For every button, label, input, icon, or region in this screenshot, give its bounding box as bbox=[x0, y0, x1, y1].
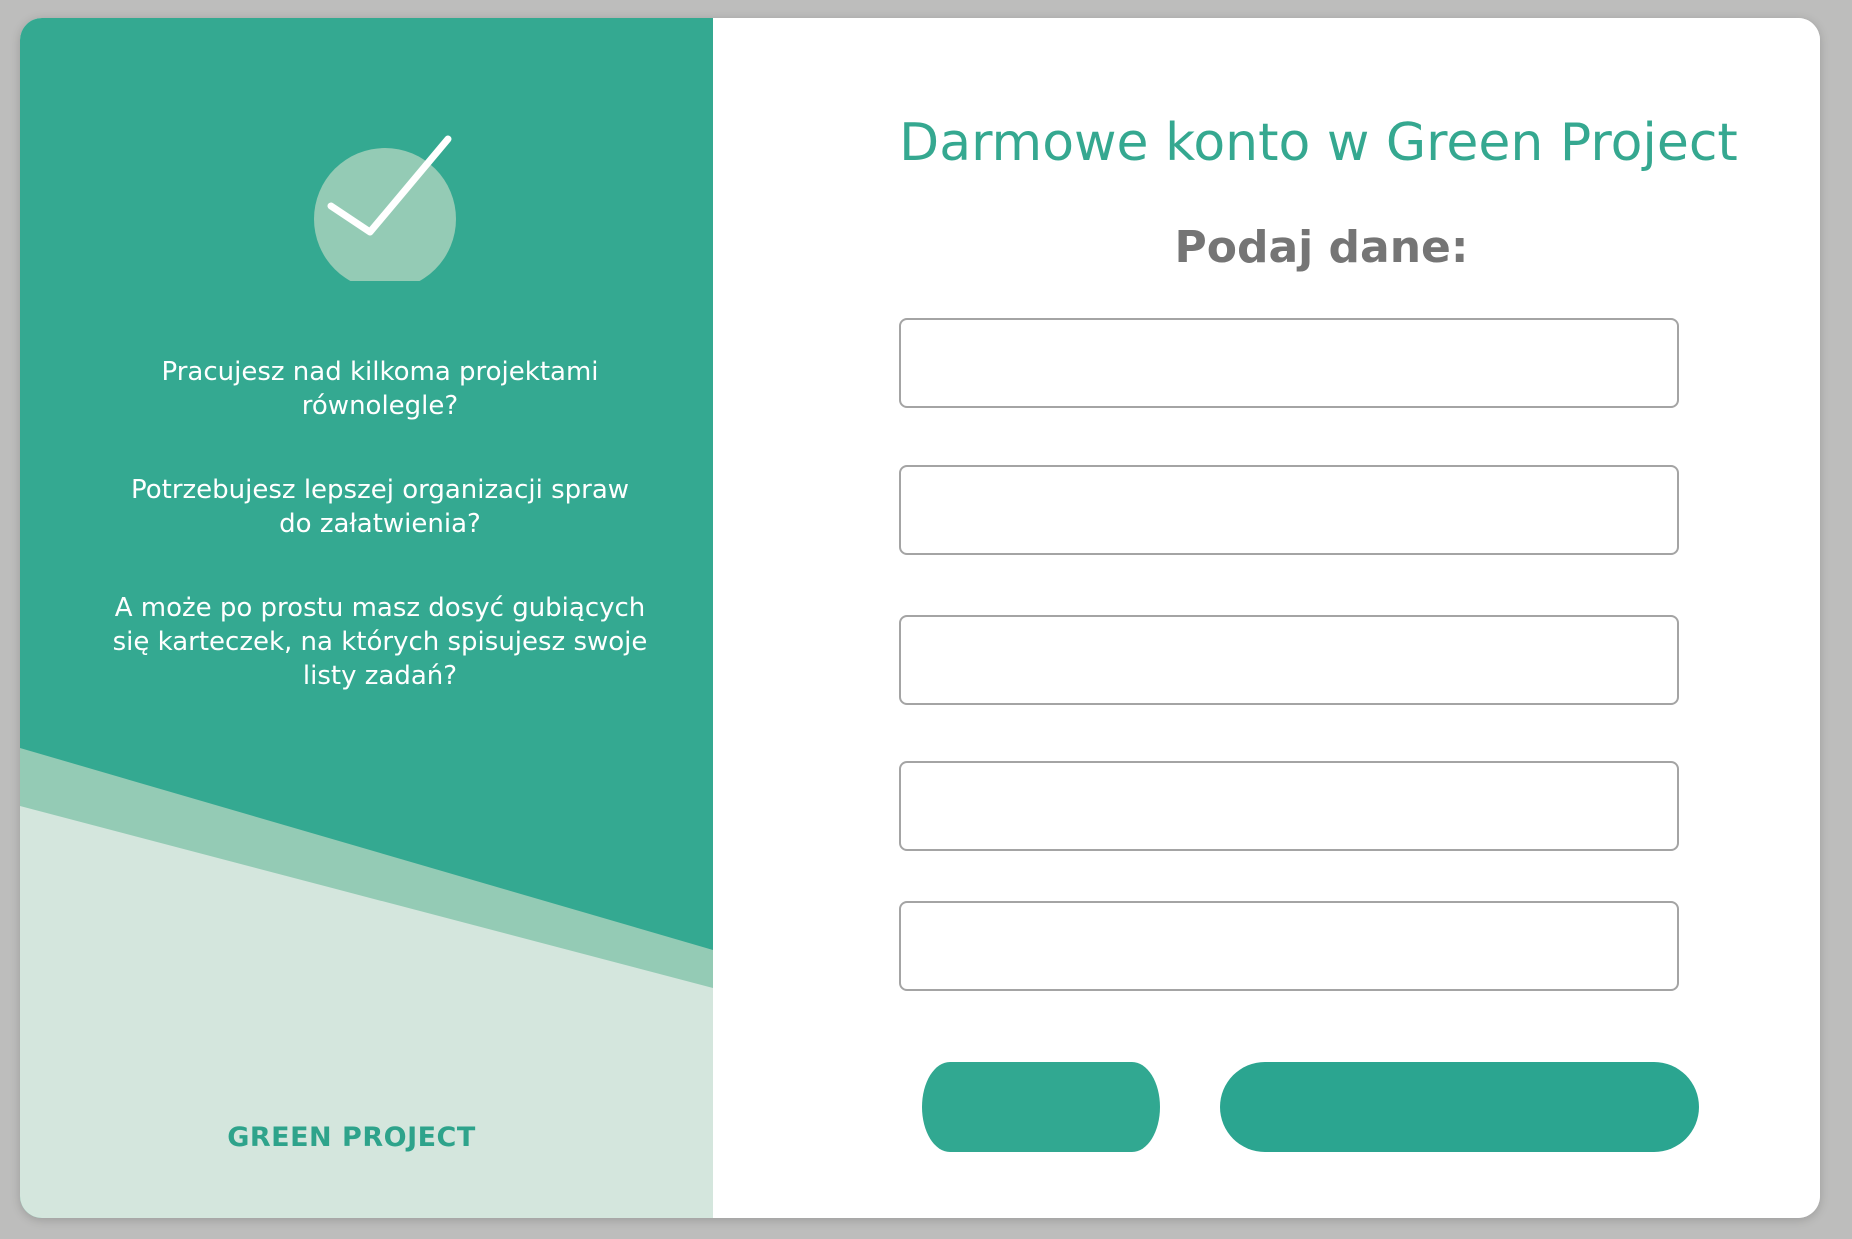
signup-field-3[interactable] bbox=[899, 615, 1679, 705]
signup-field-4[interactable] bbox=[899, 761, 1679, 851]
form-subtitle: Podaj dane: bbox=[1174, 222, 1469, 273]
signup-card: Pracujesz nad kilkoma projektami równole… bbox=[20, 18, 1820, 1218]
promo-text-question-3: A może po prostu masz dosyć gubiących si… bbox=[112, 593, 648, 691]
form-title: Darmowe konto w Green Project bbox=[899, 113, 1738, 173]
promo-panel: Pracujesz nad kilkoma projektami równole… bbox=[20, 18, 713, 1218]
submit-button[interactable] bbox=[1220, 1062, 1699, 1152]
secondary-button[interactable] bbox=[922, 1062, 1160, 1152]
promo-text-question-2: Potrzebujesz lepszej organizacji spraw d… bbox=[130, 475, 630, 539]
signup-field-1[interactable] bbox=[899, 318, 1679, 408]
promo-text-question-1: Pracujesz nad kilkoma projektami równole… bbox=[161, 357, 599, 421]
signup-field-5[interactable] bbox=[899, 901, 1679, 991]
brand-logo-text: GREEN PROJECT bbox=[227, 1122, 476, 1153]
signup-field-2[interactable] bbox=[899, 465, 1679, 555]
signup-form-panel: Darmowe konto w Green Project Podaj dane… bbox=[713, 18, 1820, 1218]
checkmark-icon bbox=[314, 135, 456, 281]
